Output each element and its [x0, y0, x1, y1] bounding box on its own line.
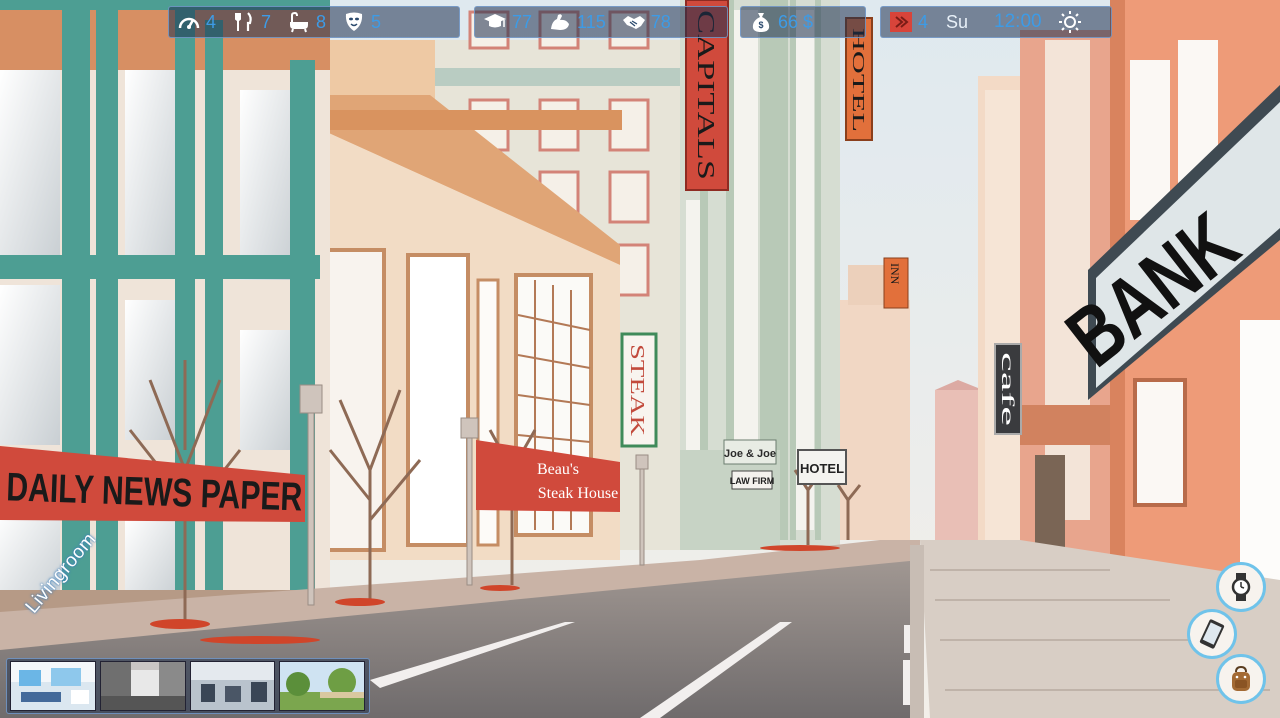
handshake-icon	[622, 16, 645, 29]
smartphone-button[interactable]	[1187, 609, 1237, 659]
day-number: 4	[918, 11, 929, 32]
steak-vertical-sign: STEAK	[620, 332, 658, 448]
sun-icon	[1058, 11, 1081, 33]
thumbnail-park[interactable]	[279, 661, 365, 711]
mood-stat: 5	[342, 11, 381, 33]
beaus-sign-line2: Steak House	[538, 485, 618, 502]
energy-value: 4	[206, 11, 217, 32]
mood-value: 5	[371, 11, 382, 32]
bathtub-icon	[290, 11, 309, 33]
money-stat: $ 66 $	[749, 11, 813, 33]
hotel-vertical-sign-text: HOTEL	[849, 28, 868, 132]
money-panel: $ 66 $	[740, 6, 866, 38]
beaus-sign-line1: Beau's	[537, 461, 579, 478]
intelligence-value: 77	[512, 11, 533, 32]
thumbnail-gym[interactable]	[189, 661, 276, 711]
clock-label: 12:00	[994, 11, 1042, 32]
calendar-icon	[890, 12, 912, 32]
cafe-sign: cafe	[994, 343, 1022, 435]
backpack-icon	[1232, 665, 1250, 691]
steak-vertical-sign-text: STEAK	[626, 344, 648, 437]
backpack-button[interactable]	[1216, 654, 1266, 704]
joe-and-joe-sign: Joe & Joe LAW FIRM	[723, 439, 777, 490]
joe-sign-line2: LAW FIRM	[730, 476, 775, 486]
money-bag-icon: $	[752, 13, 770, 32]
charisma-stat: 78	[622, 11, 671, 33]
hunger-value: 7	[261, 11, 272, 32]
flexed-arm-icon	[551, 14, 570, 30]
mask-icon	[345, 12, 363, 31]
fitness-value: 115	[577, 11, 606, 32]
inn-sign-text: INN	[888, 263, 902, 285]
svg-text:$: $	[758, 20, 763, 30]
cafe-sign-text: cafe	[998, 352, 1018, 426]
inn-sign: INN	[883, 257, 909, 309]
speedometer-icon	[178, 17, 200, 29]
graduation-cap-icon	[484, 14, 506, 28]
energy-stat: 4	[177, 11, 216, 33]
city-street-scene: DAILY NEWS PAPER CAPITALS HOTEL STEAK Be…	[0, 0, 1280, 718]
fitness-stat: 115	[548, 11, 606, 33]
hotel-small-sign: HOTEL	[797, 449, 847, 485]
hygiene-stat: 8	[287, 11, 326, 33]
time-panel: 4 Su 12:00	[880, 6, 1112, 38]
location-thumbnail-bar	[6, 658, 370, 714]
intelligence-stat: 77	[483, 11, 532, 33]
needs-panel: 4 7 8 5	[168, 6, 460, 38]
hygiene-value: 8	[316, 11, 327, 32]
thumbnail-livingroom[interactable]	[10, 661, 96, 711]
charisma-value: 78	[650, 11, 671, 32]
money-value: 66 $	[778, 11, 814, 32]
joe-sign-line1: Joe & Joe	[724, 448, 776, 460]
thumbnail-street[interactable]	[99, 661, 186, 711]
hotel-small-sign-text: HOTEL	[800, 461, 844, 476]
wristwatch-button[interactable]	[1216, 562, 1266, 612]
fork-knife-icon	[235, 12, 252, 31]
skills-panel: 77 115 78	[474, 6, 728, 38]
weekday-label: Su	[946, 11, 969, 32]
wristwatch-icon	[1231, 573, 1251, 601]
smartphone-icon	[1199, 619, 1225, 649]
date-stat: 4	[889, 11, 928, 33]
left-teal-building	[0, 0, 330, 620]
hunger-stat: 7	[232, 11, 271, 33]
